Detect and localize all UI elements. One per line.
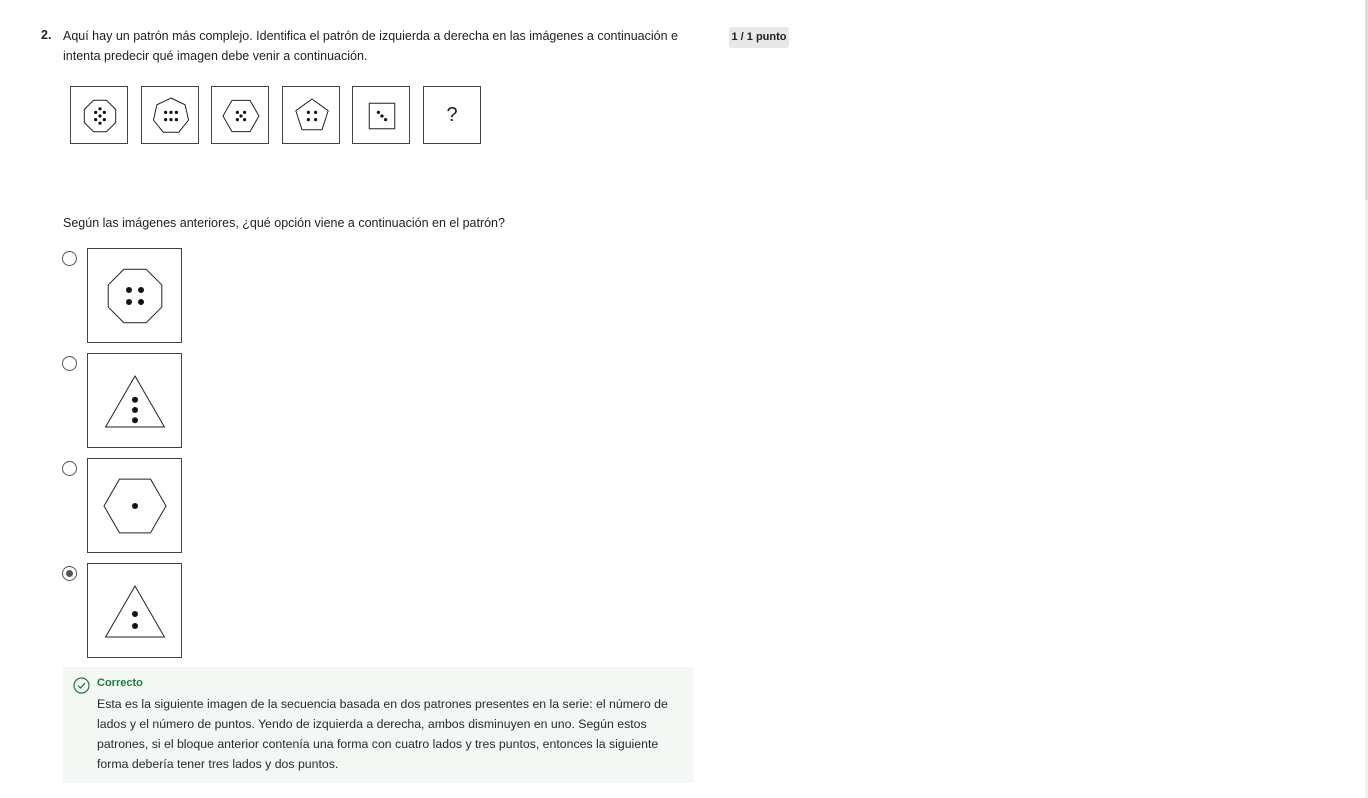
sequence-item-dot — [239, 114, 243, 118]
sequence-item-dot — [102, 118, 106, 122]
sequence-item — [211, 86, 270, 144]
sequence-item-dot — [163, 118, 167, 122]
sequence-item-dot — [243, 110, 247, 114]
unknown-item-label: ? — [446, 104, 458, 126]
option-radio[interactable] — [62, 251, 77, 266]
sequence-item-dot — [94, 118, 98, 122]
sequence-item-dot — [384, 118, 388, 122]
sequence-item-dot — [380, 114, 384, 118]
score-badge: 1 / 1 punto — [729, 27, 789, 48]
option-dot — [132, 396, 138, 403]
sequence-item — [140, 86, 199, 144]
option-dot — [132, 503, 138, 509]
sequence-item-dot — [377, 110, 381, 114]
sequence-item-dot — [313, 118, 317, 122]
question-number: 2. — [41, 28, 52, 42]
option-dot — [126, 287, 132, 293]
option-radio[interactable] — [62, 461, 77, 476]
option-dot — [132, 623, 138, 629]
option-image[interactable] — [87, 248, 182, 343]
sequence-item-dot — [235, 110, 240, 114]
sequence-item-dot — [168, 110, 173, 114]
sequence-item-dot — [98, 107, 102, 111]
option-dot — [138, 287, 144, 293]
answer-option[interactable] — [62, 563, 192, 659]
sequence-item — [281, 86, 340, 144]
option-dot — [132, 417, 138, 424]
feedback-panel: Correcto Esta es la siguiente imagen de … — [63, 667, 693, 783]
options-prompt: Según las imágenes anteriores, ¿qué opci… — [63, 216, 505, 230]
sequence-item — [352, 86, 411, 144]
option-dot — [132, 611, 138, 617]
option-image[interactable] — [87, 563, 182, 658]
sequence-item-dot — [94, 110, 98, 114]
sequence-item-dot — [174, 110, 178, 114]
question-text: Aquí hay un patrón más complejo. Identif… — [63, 29, 678, 63]
sequence-item-dot — [98, 114, 102, 118]
option-octagon-shape — [107, 268, 163, 324]
option-radio[interactable] — [62, 566, 77, 581]
option-image[interactable] — [87, 458, 182, 553]
option-radio[interactable] — [62, 356, 77, 371]
sequence-item-pentagon-shape — [295, 98, 329, 131]
sequence-item-dot — [102, 110, 106, 114]
sequence-item-dot — [98, 121, 102, 125]
feedback-title: Correcto — [97, 677, 143, 689]
sequence-item-dot — [313, 110, 317, 114]
sequence-item-dot — [163, 110, 167, 114]
sequence-item-dot — [174, 118, 178, 122]
sequence-item — [70, 86, 128, 144]
sequence-item-dot — [243, 118, 247, 122]
option-image[interactable] — [87, 353, 182, 448]
answer-option[interactable] — [62, 458, 192, 554]
sequence-item-dot — [306, 110, 310, 114]
sequence-item-heptagon-shape — [152, 97, 189, 133]
sequence-item-dot — [235, 118, 240, 122]
option-dot — [132, 407, 138, 413]
feedback-text: Esta es la siguiente imagen de la secuen… — [97, 697, 668, 771]
option-dot — [138, 299, 144, 305]
sequence-item-dot — [168, 118, 173, 122]
sequence-item: ? — [423, 86, 481, 144]
check-circle-icon — [73, 677, 90, 699]
answer-option[interactable] — [62, 248, 192, 344]
sequence-item-dot — [306, 118, 310, 122]
answer-option[interactable] — [62, 353, 192, 449]
option-dot — [126, 299, 132, 305]
